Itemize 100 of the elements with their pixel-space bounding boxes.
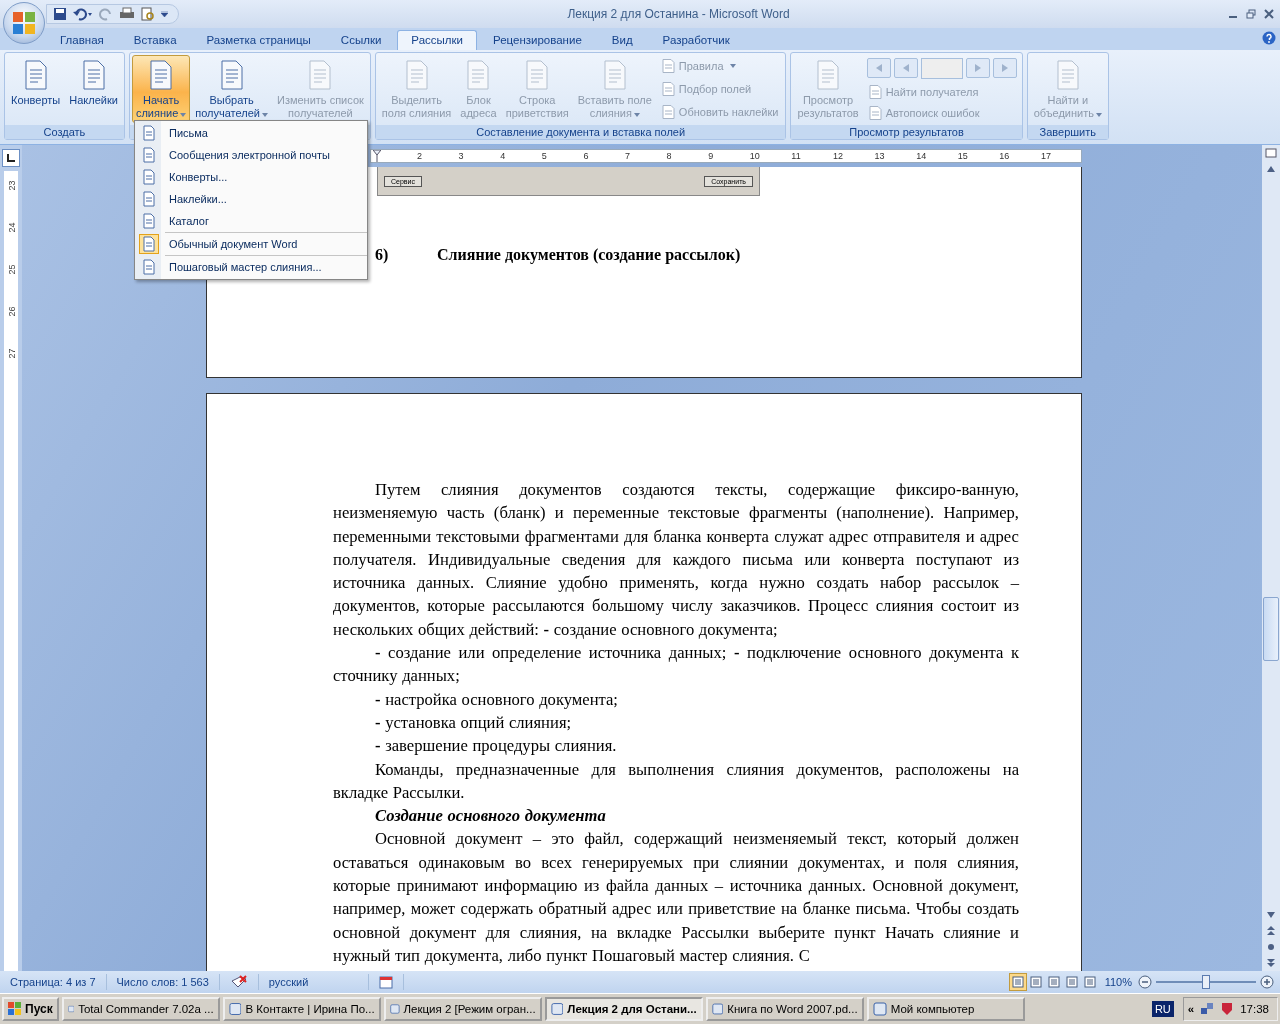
paragraph: Основной документ – это файл, содержащий неизменяемый текст, который должен оставаться одинаковым во всех генерируемых при слиянии документах, и поля слияния, которые принимают информацию из файла данных – источника данных. Основной документ, например, может содержать обратный адрес или приветствие на бланке письма. Чтобы создать основной документ для слияния, на вкладке Рассылки выберите пункт Начать слияние и нужный тип документа, либо пункт Пошаговый мастер слияния. С (333, 828, 1019, 967)
spelling-icon[interactable] (229, 975, 248, 989)
page-icon (815, 60, 842, 90)
network-icon[interactable] (1200, 1002, 1215, 1016)
ruler-number: 15 (957, 151, 969, 161)
group-label: Создать (5, 125, 124, 139)
next-icon (973, 63, 982, 73)
menu-item[interactable]: Наклейки... (135, 188, 367, 210)
page-icon (465, 60, 492, 90)
start-button[interactable]: Пуск (2, 997, 59, 1021)
help-icon[interactable] (1262, 31, 1276, 45)
ribbon-button[interactable]: Начать слияние (131, 55, 191, 123)
ruler-number: 7 (624, 151, 631, 161)
page-view-icon (1083, 976, 1096, 988)
ruler-number: 8 (666, 151, 673, 161)
menu-item[interactable]: Конверты... (135, 166, 367, 188)
group-label: Просмотр результатов (791, 125, 1022, 139)
zoom-in-icon[interactable] (1260, 975, 1274, 989)
heading-number: 6) (375, 246, 390, 264)
ruler-toggle-icon[interactable] (1263, 145, 1279, 161)
ribbon-button[interactable]: Наклейки (65, 55, 122, 123)
taskbar-button[interactable]: Лекция 2 [Режим огран... (383, 997, 542, 1021)
menu-item[interactable]: Обычный документ Word (135, 233, 367, 255)
paragraph: - создание или определение источника данных; - подключение основного документа к сточнику данных; (333, 642, 1019, 688)
page-icon (868, 84, 882, 99)
page-icon (403, 60, 430, 90)
menu-item[interactable]: Каталог (135, 210, 367, 232)
save-icon[interactable] (53, 7, 67, 21)
taskbar-button[interactable]: Книга по Word 2007.pd... (705, 997, 864, 1021)
magnifier-icon[interactable] (141, 7, 155, 21)
paragraph: Команды, предназначенные для выполнения слияния документов, расположены на вкладке Рассылки. (333, 758, 1019, 804)
menu-item[interactable]: Сообщения электронной почты (135, 144, 367, 166)
page-view-icon (1029, 976, 1042, 988)
zoom-level[interactable]: 110% (1098, 976, 1138, 988)
close-icon[interactable] (1264, 9, 1274, 19)
word-count[interactable]: Число слов: 1 563 (106, 974, 220, 990)
ruler-number: 23 (5, 180, 17, 191)
document-icon (139, 234, 159, 254)
indent-marker-icon[interactable] (373, 150, 381, 162)
taskbar-button[interactable]: В Контакте | Ирина По... (222, 997, 381, 1021)
app-icon (389, 1002, 400, 1016)
ruler-number: 4 (500, 151, 507, 161)
macro-icon[interactable] (379, 975, 394, 989)
previous-icon (874, 63, 883, 73)
app-icon (872, 1002, 887, 1016)
language-indicator[interactable]: русский (258, 974, 370, 990)
ribbon-tab[interactable]: Вставка (119, 30, 191, 50)
scroll-thumb[interactable] (1263, 597, 1279, 661)
printer-icon[interactable] (119, 7, 135, 21)
page-view-icon (1011, 976, 1024, 988)
page-icon (22, 60, 49, 90)
zoom-out-icon[interactable] (1138, 975, 1152, 989)
taskbar-button[interactable]: Мой компьютер (866, 997, 1025, 1021)
window-title: Лекция 2 для Останина - Microsoft Word (566, 7, 791, 21)
ruler-number: 24 (5, 222, 17, 233)
page-count[interactable]: Страница: 4 из 7 (0, 974, 107, 990)
tab-selector[interactable] (2, 149, 20, 167)
ribbon-tab[interactable]: Главная (46, 30, 118, 50)
ruler-number: 6 (583, 151, 590, 161)
ribbon-button[interactable]: Выбрать получателей (191, 55, 272, 123)
ruler-number: 5 (541, 151, 548, 161)
ribbon-tab[interactable]: Рассылки (397, 30, 477, 50)
keyboard-language[interactable]: RU (1151, 1001, 1174, 1017)
caret-icon (729, 64, 736, 69)
taskbar-button[interactable]: Total Commander 7.02a ... (61, 997, 220, 1021)
ribbon-button[interactable]: Конверты (7, 55, 65, 123)
caret-icon[interactable] (161, 11, 168, 17)
section-heading: Слияние документов (создание рассылок) (437, 246, 741, 264)
ribbon-tab[interactable]: Разметка страницы (192, 30, 325, 50)
page-icon (218, 60, 245, 90)
ribbon-tab[interactable]: Рецензирование (479, 30, 596, 50)
restore-icon[interactable] (1246, 9, 1256, 19)
record-field[interactable] (920, 57, 963, 79)
subheading: Создание основного документа (374, 805, 607, 828)
ribbon-tab[interactable]: Вид (597, 30, 647, 50)
caret-icon (633, 113, 640, 117)
app-icon (550, 1002, 564, 1016)
zoom-slider-thumb[interactable] (1202, 975, 1210, 989)
paragraph: - установка опций слияния; (374, 711, 573, 734)
menu-item[interactable]: Письма (135, 122, 367, 144)
ruler-number: 9 (708, 151, 715, 161)
taskbar-button[interactable]: Лекция 2 для Остани... (544, 997, 703, 1021)
view-button[interactable] (1008, 973, 1027, 991)
ruler-number: 17 (1040, 151, 1052, 161)
office-button[interactable] (3, 2, 45, 44)
ruler-number: 26 (5, 306, 17, 317)
page-icon (148, 60, 175, 90)
caret-icon (1096, 113, 1102, 117)
tray-expand-toggle[interactable]: « (1187, 1003, 1195, 1015)
shield-icon[interactable] (1220, 1002, 1235, 1016)
undo-icon[interactable] (73, 7, 93, 21)
menu-item[interactable]: Пошаговый мастер слияния... (135, 256, 367, 278)
page-icon (661, 104, 675, 119)
group-label: Составление документа и вставка полей (375, 125, 786, 139)
ribbon-tab[interactable]: Разработчик (648, 30, 744, 50)
app-icon (228, 1002, 242, 1016)
ribbon-tab[interactable]: Ссылки (326, 30, 396, 50)
page-icon (80, 60, 107, 90)
next-icon (1000, 63, 1009, 73)
paragraph: Путем слияния документов создаются тексты, содержащие фиксиро-ванную, неизменяемую часть (бланк) и переменные текстовые фрагменты (наполнение). Например, переменными текстовыми фрагментами для бланка конверта служат адрес отправителя и адрес получателя. Индивидуальные сведения для каждого письма или конверта поступают из источника данных. Слияние удобно применять, когда нужно создать набор рассылок – документов, которые рассылаются большому числу заказчиков. Процесс слияния состоит из нескольких общих действий: - создание основного документа; (333, 479, 1019, 641)
